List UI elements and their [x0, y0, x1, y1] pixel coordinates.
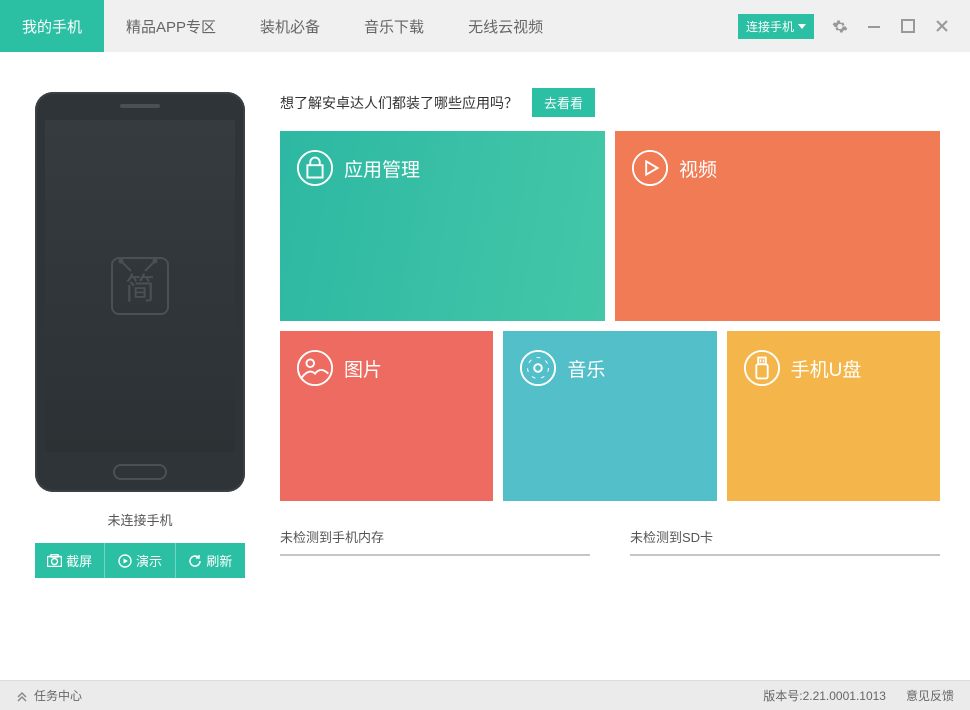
connect-phone-button[interactable]: 连接手机: [738, 14, 814, 39]
storage-sdcard: 未检测到SD卡: [630, 527, 940, 556]
screenshot-label: 截屏: [66, 551, 92, 570]
tile-label: 视频: [679, 155, 717, 182]
nav-tab-my-phone[interactable]: 我的手机: [0, 0, 104, 52]
phone-screen: 简: [45, 120, 235, 452]
phone-mockup: 简: [35, 92, 245, 492]
storage-memory-bar: [280, 554, 590, 556]
close-button[interactable]: [934, 18, 950, 34]
nav-tab-music-download[interactable]: 音乐下载: [342, 0, 446, 52]
task-center-button[interactable]: 任务中心: [16, 687, 82, 704]
nav-tab-label: 无线云视频: [468, 16, 543, 37]
tile-music[interactable]: 音乐: [503, 331, 716, 501]
settings-button[interactable]: [832, 18, 848, 34]
phone-home-button: [113, 464, 167, 480]
nav-tab-label: 精品APP专区: [126, 16, 216, 37]
tile-video[interactable]: 视频: [615, 131, 940, 321]
nav-tab-essentials[interactable]: 装机必备: [238, 0, 342, 52]
storage-sdcard-bar: [630, 554, 940, 556]
version-info[interactable]: 版本号:2.21.0001.1013: [763, 687, 886, 704]
play-icon: [631, 149, 669, 187]
promo-button-label: 去看看: [544, 96, 583, 111]
screenshot-button[interactable]: 截屏: [35, 543, 105, 578]
nav-tab-app-zone[interactable]: 精品APP专区: [104, 0, 238, 52]
maximize-button[interactable]: [900, 18, 916, 34]
top-bar: 我的手机 精品APP专区 装机必备 音乐下载 无线云视频 连接手机: [0, 0, 970, 52]
play-circle-icon: [118, 554, 132, 568]
feedback-button[interactable]: 意见反馈: [906, 687, 954, 704]
version-number: 2.21.0001.1013: [803, 689, 886, 703]
tile-label: 图片: [344, 355, 382, 382]
promo-button[interactable]: 去看看: [532, 88, 595, 117]
storage-memory: 未检测到手机内存: [280, 527, 590, 556]
promo-row: 想了解安卓达人们都装了哪些应用吗？ 去看看: [280, 88, 940, 117]
usb-icon: [743, 349, 781, 387]
demo-button[interactable]: 演示: [105, 543, 175, 578]
nav-tab-label: 我的手机: [22, 16, 82, 37]
left-column: 简 未连接手机 截屏 演示 刷新: [30, 82, 250, 670]
nav-tab-label: 装机必备: [260, 16, 320, 37]
main-content: 简 未连接手机 截屏 演示 刷新: [0, 52, 970, 680]
caret-down-icon: [798, 24, 806, 29]
app-window: 我的手机 精品APP专区 装机必备 音乐下载 无线云视频 连接手机: [0, 0, 970, 710]
phone-status: 未连接手机: [107, 510, 172, 529]
top-right-controls: 连接手机: [738, 0, 970, 52]
storage-sdcard-label: 未检测到SD卡: [630, 527, 940, 546]
tile-udisk[interactable]: 手机U盘: [727, 331, 940, 501]
phone-logo: 简: [111, 257, 169, 315]
maximize-icon: [901, 19, 915, 33]
minimize-button[interactable]: [866, 18, 882, 34]
storage-row: 未检测到手机内存 未检测到SD卡: [280, 527, 940, 556]
camera-icon: [47, 554, 62, 567]
demo-label: 演示: [136, 551, 162, 570]
nav-tab-cloud-video[interactable]: 无线云视频: [446, 0, 565, 52]
task-center-label: 任务中心: [34, 687, 82, 704]
phone-logo-antenna-icon: [109, 255, 167, 313]
tile-app-management[interactable]: 应用管理: [280, 131, 605, 321]
connect-phone-label: 连接手机: [746, 18, 794, 35]
tile-label: 音乐: [567, 355, 605, 382]
photo-icon: [296, 349, 334, 387]
phone-speaker: [120, 104, 160, 108]
tile-label: 手机U盘: [791, 355, 862, 382]
nav-tabs: 我的手机 精品APP专区 装机必备 音乐下载 无线云视频: [0, 0, 738, 52]
nav-tab-label: 音乐下载: [364, 16, 424, 37]
version-label: 版本号:: [763, 689, 802, 703]
tile-photos[interactable]: 图片: [280, 331, 493, 501]
disc-icon: [519, 349, 557, 387]
refresh-label: 刷新: [206, 551, 232, 570]
storage-memory-label: 未检测到手机内存: [280, 527, 590, 546]
tiles-grid: 应用管理 视频 图片 音乐 手机U盘: [280, 131, 940, 501]
close-icon: [935, 19, 949, 33]
phone-action-bar: 截屏 演示 刷新: [35, 543, 245, 578]
right-column: 想了解安卓达人们都装了哪些应用吗？ 去看看 应用管理 视频 图片: [280, 82, 940, 670]
minimize-icon: [867, 19, 881, 33]
chevrons-up-icon: [16, 690, 28, 702]
footer: 任务中心 版本号:2.21.0001.1013 意见反馈: [0, 680, 970, 710]
feedback-label: 意见反馈: [906, 689, 954, 703]
bag-icon: [296, 149, 334, 187]
refresh-icon: [188, 554, 202, 568]
promo-text: 想了解安卓达人们都装了哪些应用吗？: [280, 93, 518, 113]
tile-label: 应用管理: [344, 155, 420, 182]
gear-icon: [832, 18, 848, 35]
refresh-button[interactable]: 刷新: [176, 543, 245, 578]
